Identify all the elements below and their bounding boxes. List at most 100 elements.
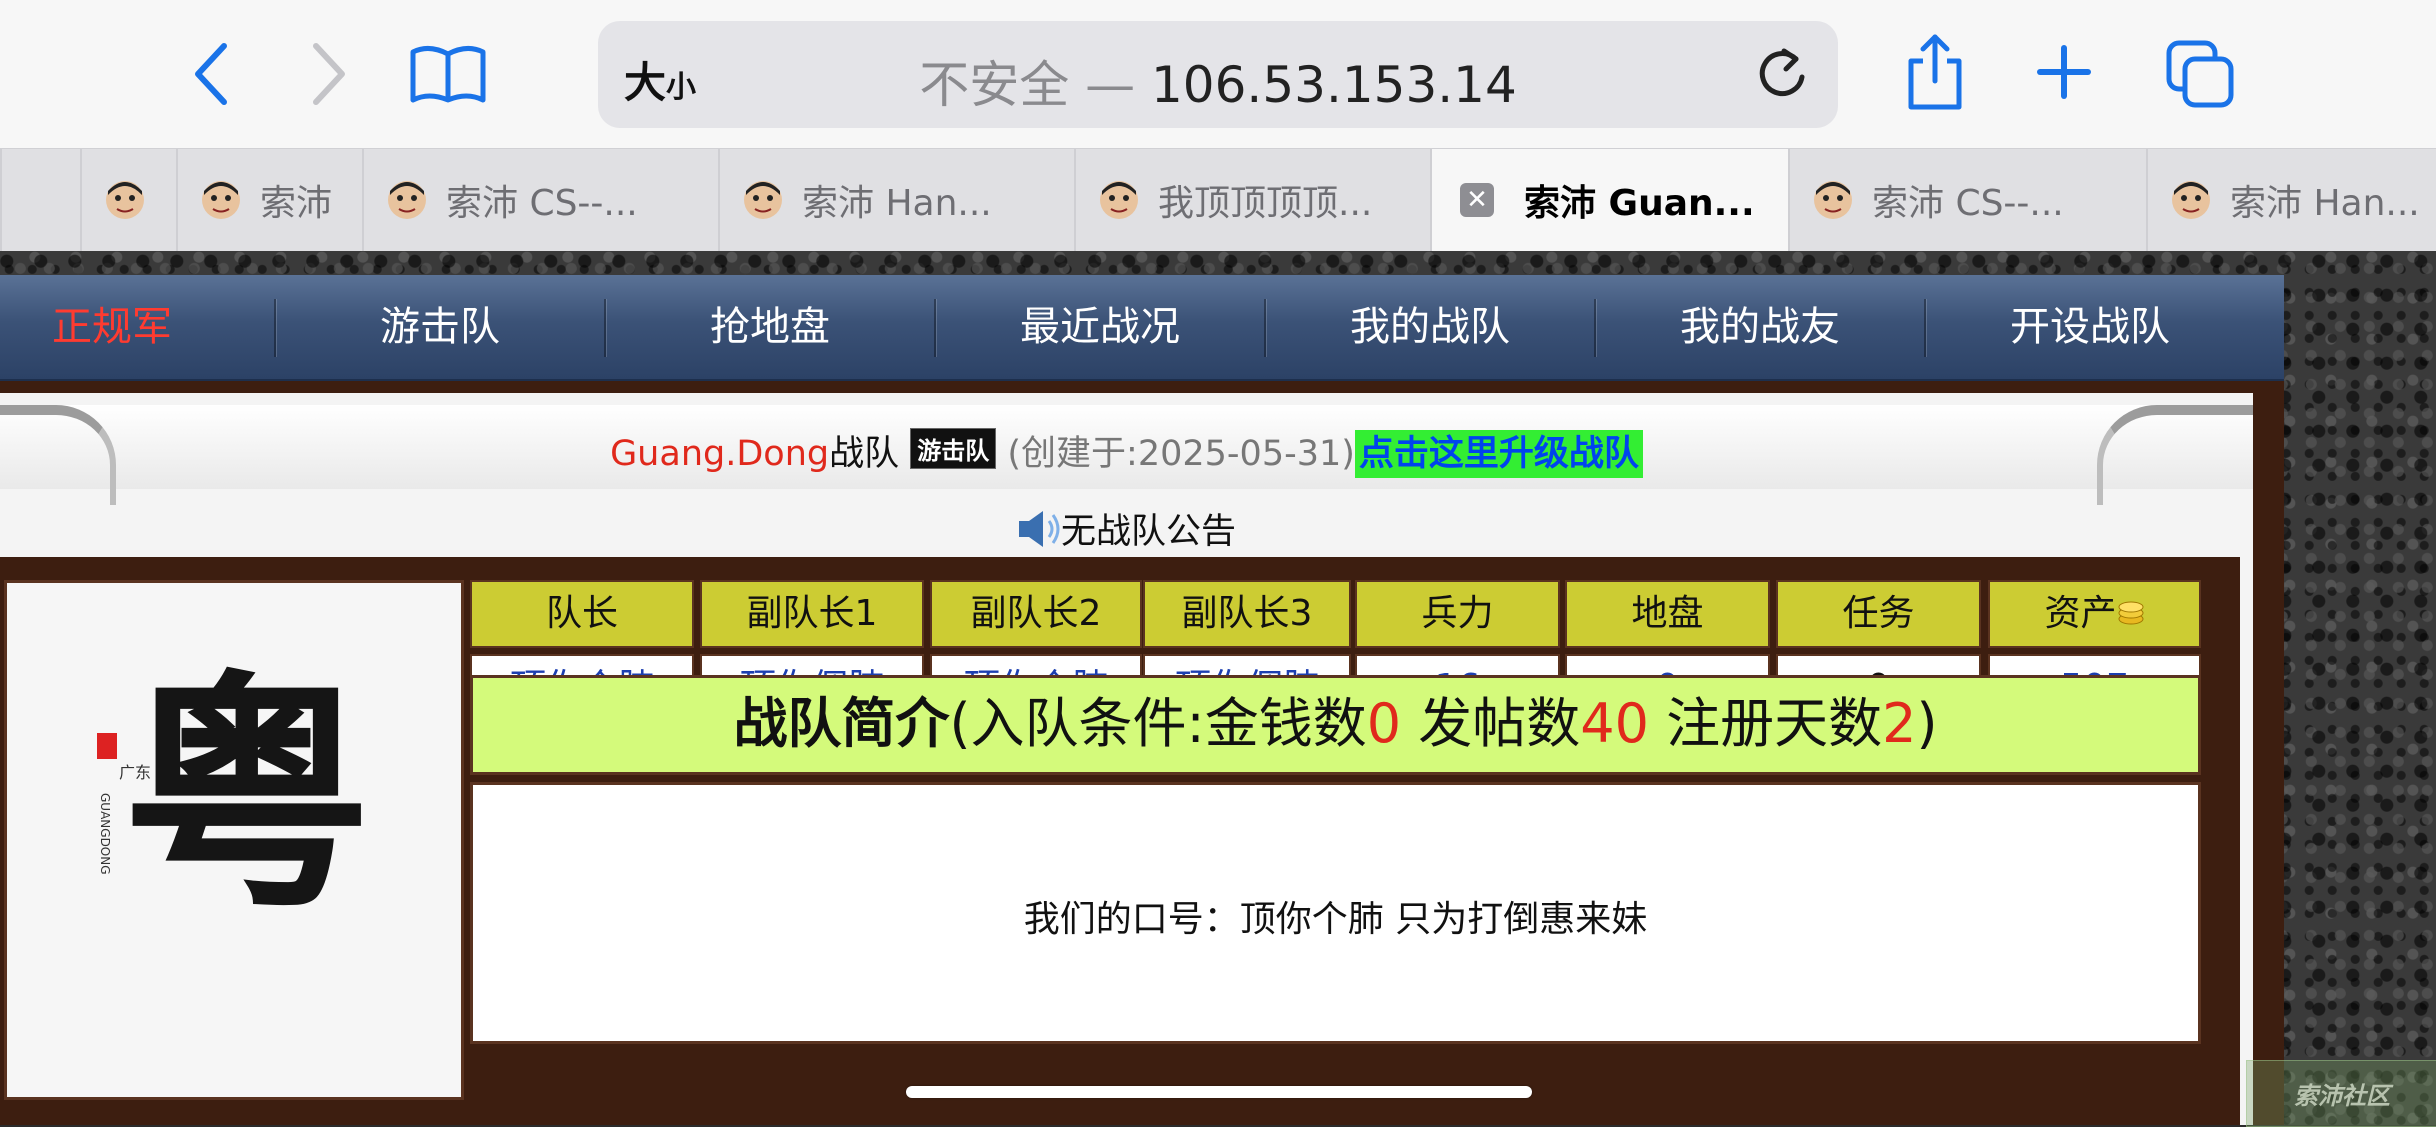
avatar-favicon-icon <box>202 181 240 219</box>
tab-item[interactable]: 我顶顶顶顶... <box>1074 149 1430 251</box>
tab-bar: 索沛 索沛 CS--... 索沛 Han... 我顶顶顶顶... ✕ 索沛 Gu… <box>0 148 2436 252</box>
svg-text:粤: 粤 <box>122 648 372 942</box>
plus-icon <box>2037 45 2091 99</box>
header-vice-captain-1: 副队长1 <box>700 580 924 648</box>
chevron-right-icon <box>313 43 345 105</box>
nav-divider <box>1924 299 1926 357</box>
nav-item-regular-army[interactable]: 正规军 <box>0 275 224 379</box>
nav-item-recent-battles[interactable]: 最近战况 <box>990 275 1210 379</box>
site-watermark: 索沛社区 <box>2246 1060 2436 1127</box>
url-text: 不安全 — 106.53.153.14 <box>598 45 1838 117</box>
tab-label: 我顶顶顶顶... <box>1158 183 1373 224</box>
forward-button[interactable] <box>296 38 360 110</box>
coins-icon <box>2118 601 2143 625</box>
header-vice-captain-2: 副队长2 <box>930 580 1142 648</box>
team-panel: Guang.Dong战队 游击队 (创建于:2025-05-31) 点击这里升级战… <box>0 393 2253 1125</box>
tab-item[interactable]: 索沛 Han... <box>718 149 1074 251</box>
svg-text:GUANGDONG: GUANGDONG <box>98 793 112 875</box>
header-assets-label: 资产 <box>2044 593 2117 634</box>
share-icon <box>1908 34 1962 110</box>
tabs-icon <box>2166 40 2234 108</box>
tab-item[interactable]: 索沛 Han... <box>2146 149 2436 251</box>
tab-label: 索沛 CS--... <box>1872 183 2064 224</box>
back-button[interactable] <box>180 38 244 110</box>
intro-cond-open: (入队条件:金钱数 <box>949 692 1367 755</box>
tab-item[interactable] <box>0 149 80 251</box>
team-name: Guang.Dong <box>610 434 830 474</box>
tab-item[interactable]: 索沛 CS--... <box>362 149 718 251</box>
team-created-date: (创建于:2025-05-31) <box>1007 434 1355 474</box>
svg-text:广东: 广东 <box>119 763 151 782</box>
nav-item-create-team[interactable]: 开设战队 <box>1980 275 2200 379</box>
intro-posts-label: 发帖数 <box>1401 692 1581 755</box>
header-tasks: 任务 <box>1776 580 1981 648</box>
tab-label: 索沛 CS--... <box>446 183 638 224</box>
close-tab-icon[interactable]: ✕ <box>1460 183 1494 217</box>
tab-label: 索沛 Han... <box>2230 183 2420 224</box>
upgrade-team-link[interactable]: 点击这里升级战队 <box>1354 430 1643 478</box>
tab-item[interactable]: 索沛 CS--... <box>1788 149 2146 251</box>
web-page: 正规军 游击队 抢地盘 最近战况 我的战队 我的战友 开设战队 Guang.Do… <box>0 251 2436 1125</box>
avatar-favicon-icon <box>106 181 144 219</box>
team-info-table: 粤 广东 GUANGDONG 队长 副队长1 副队长2 副队长3 兵力 地盘 任… <box>0 557 2240 1125</box>
nav-item-my-team[interactable]: 我的战队 <box>1320 275 1540 379</box>
bookmarks-button[interactable] <box>408 36 488 112</box>
avatar-favicon-icon <box>1814 181 1852 219</box>
team-slogan: 我们的口号：顶你个肺 只为打倒惠来妹 <box>1023 899 1648 940</box>
tab-label: 索沛 <box>260 183 333 224</box>
browser-toolbar: 大小 不安全 — 106.53.153.14 <box>0 0 2436 148</box>
team-announcement: 无战队公告 <box>0 503 2253 554</box>
address-bar[interactable]: 大小 不安全 — 106.53.153.14 <box>598 21 1838 128</box>
avatar-favicon-icon <box>388 181 426 219</box>
intro-days: 2 <box>1882 692 1917 755</box>
header-troops: 兵力 <box>1355 580 1560 648</box>
scroll-indicator <box>906 1086 1532 1098</box>
intro-cond-close: ) <box>1916 692 1938 755</box>
avatar-favicon-icon <box>2172 181 2210 219</box>
nav-divider <box>1264 299 1266 357</box>
intro-days-label: 注册天数 <box>1648 692 1883 755</box>
reload-icon <box>1759 48 1805 97</box>
announcement-text: 无战队公告 <box>1060 512 1236 552</box>
url-host: 106.53.153.14 <box>1151 56 1517 114</box>
nav-divider <box>934 299 936 357</box>
tab-item-active[interactable]: ✕ 索沛 Guan... <box>1430 149 1788 251</box>
nav-item-guerrilla[interactable]: 游击队 <box>330 275 550 379</box>
header-territory: 地盘 <box>1565 580 1770 648</box>
speaker-icon <box>1018 511 1060 547</box>
avatar-favicon-icon <box>1100 181 1138 219</box>
team-type-badge: 游击队 <box>910 428 997 469</box>
book-icon <box>410 46 486 103</box>
intro-money: 0 <box>1366 692 1402 755</box>
nav-divider <box>604 299 606 357</box>
share-button[interactable] <box>1900 30 1970 114</box>
intro-title: 战队简介 <box>733 692 950 755</box>
new-tab-button[interactable] <box>2032 40 2096 104</box>
main-nav: 正规军 游击队 抢地盘 最近战况 我的战队 我的战友 开设战队 <box>0 275 2284 382</box>
avatar-favicon-icon <box>744 181 782 219</box>
team-description: 我们的口号：顶你个肺 只为打倒惠来妹 <box>470 782 2201 1044</box>
tab-item[interactable]: 索沛 <box>176 149 362 251</box>
reload-button[interactable] <box>1752 43 1812 103</box>
header-vice-captain-3: 副队长3 <box>1143 580 1351 648</box>
insecure-label: 不安全 — <box>919 56 1151 114</box>
guangdong-calligraphy-logo: 粤 广东 GUANGDONG <box>97 648 372 942</box>
tab-label: 索沛 Han... <box>802 183 992 224</box>
team-logo: 粤 广东 GUANGDONG <box>4 580 464 1100</box>
tab-overview-button[interactable] <box>2162 36 2238 112</box>
nav-divider <box>274 299 276 357</box>
team-suffix: 战队 <box>829 434 900 474</box>
tab-item[interactable] <box>80 149 176 251</box>
header-assets: 资产 <box>1988 580 2201 648</box>
team-title-line: Guang.Dong战队 游击队 (创建于:2025-05-31) 点击这里升级战… <box>0 425 2253 478</box>
nav-item-grab-territory[interactable]: 抢地盘 <box>660 275 880 379</box>
chevron-left-icon <box>195 43 227 105</box>
intro-posts: 40 <box>1580 692 1649 755</box>
team-header-frame: Guang.Dong战队 游击队 (创建于:2025-05-31) 点击这里升级战… <box>0 405 2253 505</box>
nav-divider <box>1594 299 1596 357</box>
team-intro-banner: 战队简介(入队条件:金钱数0 发帖数40 注册天数2) <box>470 675 2201 775</box>
tab-label: 索沛 Guan... <box>1524 183 1755 224</box>
nav-item-my-teammates[interactable]: 我的战友 <box>1650 275 1870 379</box>
team-content: Guang.Dong战队 游击队 (创建于:2025-05-31) 点击这里升级战… <box>0 381 2284 1125</box>
header-captain: 队长 <box>470 580 694 648</box>
